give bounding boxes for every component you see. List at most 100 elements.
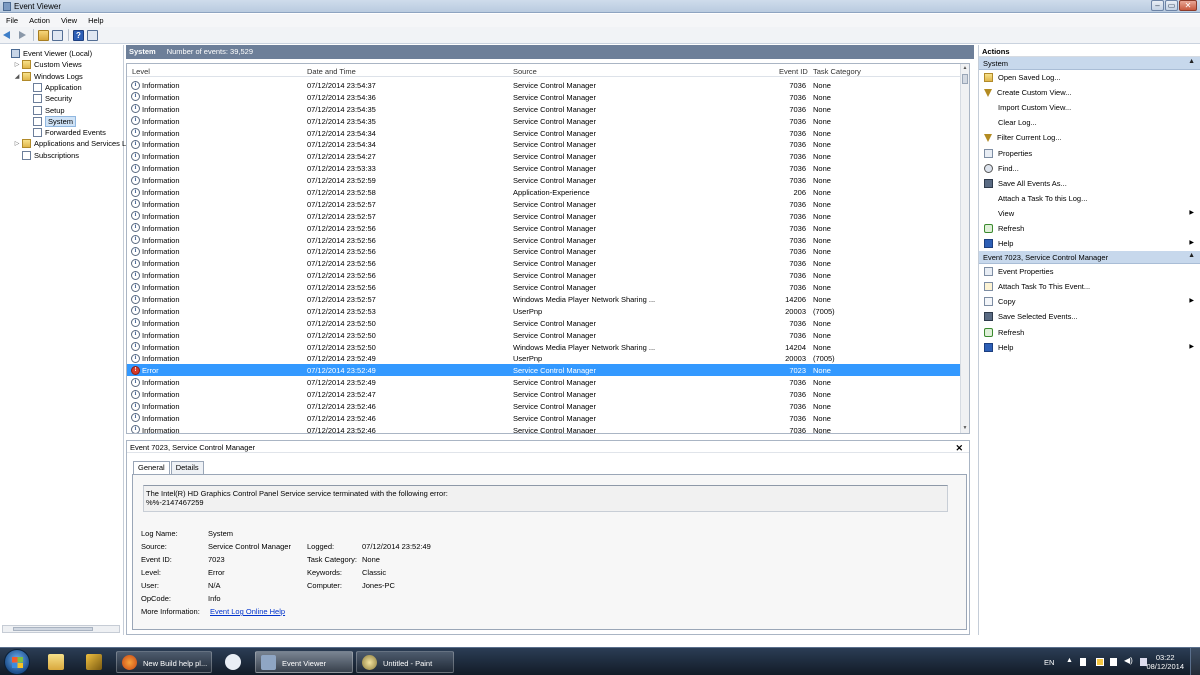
action-attach-task-log[interactable]: Attach a Task To this Log... xyxy=(979,191,1200,206)
tree-item-applications-and-services-lo[interactable]: ▷ Applications and Services Lo xyxy=(14,138,130,149)
event-row[interactable]: i Information 07/12/2014 23:52:56 Service C… xyxy=(127,257,961,269)
action-help[interactable]: Help ▶ xyxy=(979,236,1200,251)
collapse-icon[interactable]: ▲ xyxy=(1188,58,1195,65)
event-row[interactable]: i Information 07/12/2014 23:54:27 Service C… xyxy=(127,150,961,162)
show-desktop-button[interactable] xyxy=(1190,648,1200,675)
action-clear-log[interactable]: Clear Log... xyxy=(979,115,1200,130)
pinned-explorer[interactable] xyxy=(41,651,71,673)
column-task-category[interactable]: Task Category xyxy=(813,67,861,76)
tree-horizontal-scrollbar[interactable] xyxy=(2,625,120,633)
scroll-thumb[interactable] xyxy=(962,74,968,84)
clock[interactable]: 03:22 08/12/2014 xyxy=(1146,653,1184,671)
show-hide-action-pane-icon[interactable] xyxy=(87,29,98,41)
scroll-up-arrow-icon[interactable]: ▲ xyxy=(961,64,969,73)
event-row[interactable]: i Information 07/12/2014 23:54:34 Service C… xyxy=(127,138,961,150)
event-row[interactable]: ! Error 07/12/2014 23:52:49 Service Control… xyxy=(127,364,961,377)
pinned-app[interactable] xyxy=(79,651,109,673)
event-description[interactable]: The Intel(R) HD Graphics Control Panel S… xyxy=(143,485,948,512)
column-level[interactable]: Level xyxy=(132,67,150,76)
event-row[interactable]: i Information 07/12/2014 23:52:50 Service C… xyxy=(127,329,961,341)
tab-general[interactable]: General xyxy=(133,461,170,474)
event-row[interactable]: i Information 07/12/2014 23:52:57 Service C… xyxy=(127,210,961,222)
tree-item-setup[interactable]: Setup xyxy=(25,105,65,116)
back-arrow-icon[interactable] xyxy=(3,30,14,41)
action-filter-current-log[interactable]: Filter Current Log... xyxy=(979,130,1200,145)
event-row[interactable]: i Information 07/12/2014 23:54:36 Service C… xyxy=(127,91,961,103)
event-row[interactable]: i Information 07/12/2014 23:52:57 Service C… xyxy=(127,198,961,210)
tree-item-application[interactable]: Application xyxy=(25,82,82,93)
up-folder-icon[interactable] xyxy=(38,29,49,41)
tree-item-subscriptions[interactable]: Subscriptions xyxy=(14,150,79,161)
maximize-button[interactable]: ▭ xyxy=(1165,0,1178,11)
column-source[interactable]: Source xyxy=(513,67,537,76)
action-center-flag-icon[interactable] xyxy=(1080,658,1086,666)
tree-item-forwarded-events[interactable]: Forwarded Events xyxy=(25,127,106,138)
event-row[interactable]: i Information 07/12/2014 23:52:58 Applicati… xyxy=(127,186,961,198)
event-row[interactable]: i Information 07/12/2014 23:52:46 Service C… xyxy=(127,400,961,412)
start-button[interactable] xyxy=(4,649,30,675)
tree-item-security[interactable]: Security xyxy=(25,93,72,104)
language-indicator[interactable]: EN xyxy=(1044,658,1054,667)
event-row[interactable]: i Information 07/12/2014 23:52:53 UserPnp 20… xyxy=(127,305,961,317)
tree-item-custom-views[interactable]: ▷ Custom Views xyxy=(14,59,82,70)
event-row[interactable]: i Information 07/12/2014 23:52:56 Service C… xyxy=(127,269,961,281)
action-create-custom-view[interactable]: Create Custom View... xyxy=(979,85,1200,100)
event-row[interactable]: i Information 07/12/2014 23:52:57 Windows M… xyxy=(127,293,961,305)
event-row[interactable]: i Information 07/12/2014 23:52:56 Service C… xyxy=(127,234,961,246)
scroll-down-arrow-icon[interactable]: ▼ xyxy=(961,424,969,433)
event-row[interactable]: i Information 07/12/2014 23:53:33 Service C… xyxy=(127,162,961,174)
tab-details[interactable]: Details xyxy=(170,461,204,474)
event-row[interactable]: i Information 07/12/2014 23:54:37 Service C… xyxy=(127,79,961,91)
event-row[interactable]: i Information 07/12/2014 23:52:47 Service C… xyxy=(127,388,961,400)
action-open-saved-log[interactable]: Open Saved Log... xyxy=(979,70,1200,85)
tree-item-windows-logs[interactable]: ◢ Windows Logs xyxy=(14,71,83,82)
scroll-thumb[interactable] xyxy=(13,627,93,631)
show-hide-tree-icon[interactable] xyxy=(52,29,63,41)
action-attach-task-event[interactable]: Attach Task To This Event... xyxy=(979,279,1200,294)
close-detail-icon[interactable]: ✕ xyxy=(955,443,963,454)
minimize-button[interactable]: – xyxy=(1151,0,1164,11)
action-refresh[interactable]: Refresh xyxy=(979,221,1200,236)
pinned-skype[interactable] xyxy=(218,651,248,673)
menu-action[interactable]: Action xyxy=(23,14,55,27)
taskbar-paint[interactable]: Untitled - Paint xyxy=(356,651,454,673)
action-find[interactable]: Find... xyxy=(979,161,1200,176)
event-row[interactable]: i Information 07/12/2014 23:52:49 Service C… xyxy=(127,376,961,388)
collapse-icon[interactable]: ▲ xyxy=(1188,252,1195,259)
network-icon[interactable] xyxy=(1110,658,1117,666)
show-hidden-icons[interactable]: ▲ xyxy=(1066,657,1074,665)
action-help-event[interactable]: Help ▶ xyxy=(979,340,1200,355)
help-icon[interactable]: ? xyxy=(73,29,84,41)
forward-arrow-icon[interactable] xyxy=(17,30,28,41)
action-save-selected-events[interactable]: Save Selected Events... xyxy=(979,309,1200,324)
event-row[interactable]: i Information 07/12/2014 23:52:56 Service C… xyxy=(127,222,961,234)
menu-view[interactable]: View xyxy=(55,14,82,27)
action-view[interactable]: View ▶ xyxy=(979,206,1200,221)
event-row[interactable]: i Information 07/12/2014 23:52:59 Service C… xyxy=(127,174,961,186)
action-event-properties[interactable]: Event Properties xyxy=(979,264,1200,279)
expand-arrow-icon[interactable]: ▷ xyxy=(14,140,20,147)
action-properties[interactable]: Properties xyxy=(979,145,1200,160)
events-scrollbar[interactable]: ▲ ▼ xyxy=(960,64,969,433)
taskbar-event-viewer[interactable]: Event Viewer xyxy=(255,651,353,673)
event-row[interactable]: i Information 07/12/2014 23:54:35 Service C… xyxy=(127,103,961,115)
tree-item-event-viewer-local[interactable]: Event Viewer (Local) xyxy=(3,48,92,59)
event-log-online-help-link[interactable]: Event Log Online Help xyxy=(210,607,285,616)
action-import-custom-view[interactable]: Import Custom View... xyxy=(979,100,1200,115)
event-row[interactable]: i Information 07/12/2014 23:52:50 Service C… xyxy=(127,317,961,329)
actions-section-event[interactable]: Event 7023, Service Control Manager ▲ xyxy=(979,251,1200,265)
tray-app-icon[interactable] xyxy=(1096,658,1104,666)
menu-file[interactable]: File xyxy=(0,14,23,27)
actions-section-system[interactable]: System ▲ xyxy=(979,57,1200,70)
action-copy[interactable]: Copy ▶ xyxy=(979,294,1200,309)
taskbar-firefox[interactable]: New Build help pl... xyxy=(116,651,212,673)
close-button[interactable]: ✕ xyxy=(1179,0,1197,11)
event-row[interactable]: i Information 07/12/2014 23:52:46 Service C… xyxy=(127,424,961,433)
volume-icon[interactable]: ◀) xyxy=(1124,656,1133,665)
expand-arrow-icon[interactable]: ◢ xyxy=(14,73,20,80)
tree-item-system[interactable]: System xyxy=(25,115,77,127)
expand-arrow-icon[interactable]: ▷ xyxy=(14,61,20,68)
event-row[interactable]: i Information 07/12/2014 23:52:56 Service C… xyxy=(127,281,961,293)
event-row[interactable]: i Information 07/12/2014 23:52:56 Service C… xyxy=(127,245,961,257)
column-date-time[interactable]: Date and Time xyxy=(307,67,356,76)
